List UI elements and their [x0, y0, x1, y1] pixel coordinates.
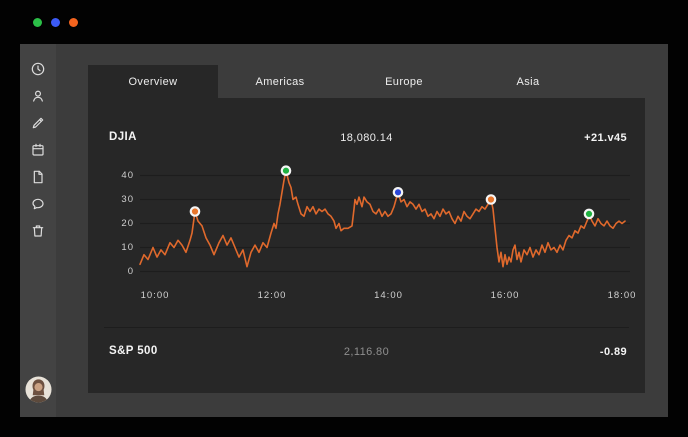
sp500-change: -0.89 [600, 346, 627, 358]
quote-row-djia[interactable]: DJIA 18,080.14 +21.v45 [88, 128, 645, 148]
price-line [140, 171, 625, 267]
traffic-light-orange[interactable] [69, 18, 78, 27]
y-tick-label: 40 [121, 170, 134, 181]
quote-row-sp500[interactable]: S&P 500 2,116.80 -0.89 [88, 342, 645, 362]
pen-icon[interactable] [30, 115, 46, 131]
main-content: OverviewAmericasEuropeAsia DJIA 18,080.1… [56, 44, 668, 417]
djia-chart [140, 165, 630, 285]
user-avatar[interactable] [25, 376, 52, 403]
djia-chart-svg [140, 165, 630, 285]
traffic-light-blue[interactable] [51, 18, 60, 27]
x-tick-label: 16:00 [473, 290, 537, 301]
x-tick-label: 14:00 [357, 290, 421, 301]
tab-europe[interactable]: Europe [342, 65, 466, 98]
y-tick-label: 20 [121, 218, 134, 229]
chart-marker[interactable] [191, 207, 199, 215]
user-icon[interactable] [30, 88, 46, 104]
section-divider [104, 327, 629, 328]
calendar-icon[interactable] [30, 142, 46, 158]
chart-marker[interactable] [282, 167, 290, 175]
chart-marker[interactable] [394, 188, 402, 196]
app-window: OverviewAmericasEuropeAsia DJIA 18,080.1… [20, 0, 668, 417]
y-tick-label: 10 [121, 242, 134, 253]
traffic-light-green[interactable] [33, 18, 42, 27]
tab-overview[interactable]: Overview [88, 65, 218, 98]
sidebar-nav [20, 44, 56, 417]
window-body: OverviewAmericasEuropeAsia DJIA 18,080.1… [20, 44, 668, 417]
chat-icon[interactable] [30, 196, 46, 212]
x-tick-label: 10:00 [123, 290, 187, 301]
tab-asia[interactable]: Asia [466, 65, 590, 98]
djia-change: +21.v45 [584, 132, 627, 144]
clock-icon[interactable] [30, 61, 46, 77]
sp500-last-price: 2,116.80 [88, 346, 645, 358]
djia-last-price: 18,080.14 [88, 132, 645, 144]
y-tick-label: 0 [128, 266, 134, 277]
y-axis-labels: 0 10 20 30 40 [100, 165, 134, 285]
window-titlebar [20, 0, 668, 44]
x-tick-label: 18:00 [590, 290, 654, 301]
trash-icon[interactable] [30, 223, 46, 239]
tab-bar: OverviewAmericasEuropeAsia [88, 65, 645, 98]
tab-americas[interactable]: Americas [218, 65, 342, 98]
desktop-background: OverviewAmericasEuropeAsia DJIA 18,080.1… [0, 0, 688, 437]
y-tick-label: 30 [121, 194, 134, 205]
document-icon[interactable] [30, 169, 46, 185]
chart-marker[interactable] [585, 210, 593, 218]
overview-panel: DJIA 18,080.14 +21.v45 0 10 20 30 40 10:00 12… [88, 98, 645, 393]
x-tick-label: 12:00 [240, 290, 304, 301]
x-axis-labels: 10:0012:0014:0016:0018:00 [140, 290, 630, 302]
chart-marker[interactable] [487, 195, 495, 203]
